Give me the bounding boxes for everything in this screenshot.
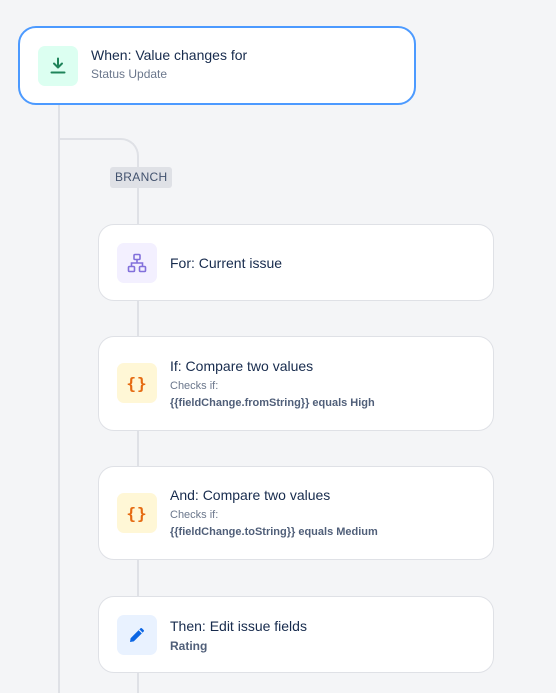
and-step-checks-label: Checks if: (170, 509, 219, 521)
hierarchy-icon (127, 253, 147, 273)
rule-canvas: When: Value changes for Status Update BR… (0, 0, 556, 693)
if-step-title: If: Compare two values (170, 358, 314, 374)
braces-icon: {} (126, 373, 148, 393)
then-step-icon-box (117, 615, 157, 655)
for-step-icon-box (117, 243, 157, 283)
pencil-icon (130, 628, 144, 642)
trigger-title: When: Value changes for (91, 47, 248, 63)
if-step-icon-box: {} (117, 363, 157, 403)
braces-icon: {} (126, 503, 148, 523)
branch-label: BRANCH (110, 167, 173, 188)
and-step-title: And: Compare two values (170, 487, 331, 503)
trigger-card[interactable]: When: Value changes for Status Update (18, 26, 416, 105)
trigger-subtitle: Status Update (91, 67, 168, 81)
and-step-icon-box: {} (117, 493, 157, 533)
trigger-icon-box (38, 46, 78, 86)
download-arrow-icon (50, 57, 66, 74)
if-step-expression: {{fieldChange.fromString}} equals High (170, 397, 375, 409)
and-step-card[interactable]: {} And: Compare two values Checks if: {{… (98, 466, 494, 560)
then-step-card[interactable]: Then: Edit issue fields Rating (98, 596, 494, 673)
if-step-card[interactable]: {} If: Compare two values Checks if: {{f… (98, 336, 494, 431)
for-step-card[interactable]: For: Current issue (98, 224, 494, 301)
if-step-checks-label: Checks if: (170, 380, 219, 392)
then-step-title: Then: Edit issue fields (170, 618, 307, 634)
for-step-title: For: Current issue (170, 255, 283, 271)
main-connector-line (58, 104, 60, 693)
and-step-expression: {{fieldChange.toString}} equals Medium (170, 526, 378, 538)
then-step-detail: Rating (170, 639, 208, 653)
